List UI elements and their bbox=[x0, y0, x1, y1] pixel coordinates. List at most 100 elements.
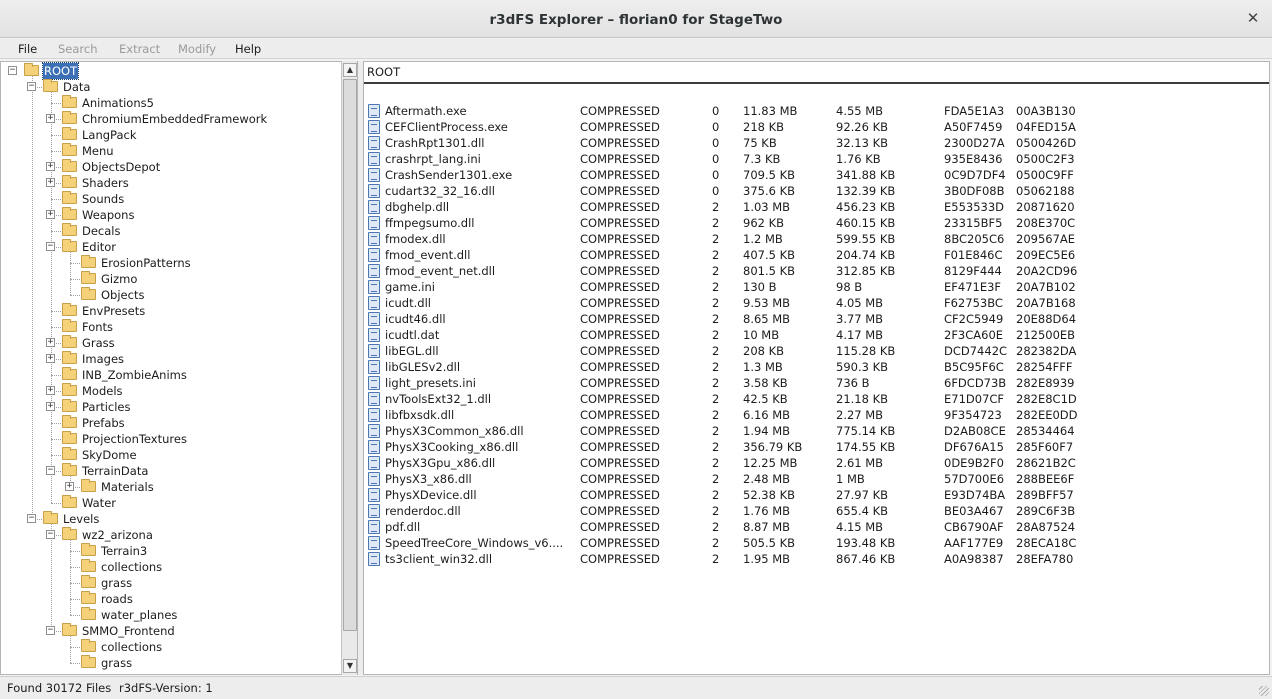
file-row[interactable]: libfbxsdk.dll COMPRESSED 2 6.16 MB 2.27 MB 9F… bbox=[364, 407, 1269, 423]
file-row[interactable]: ffmpegsumo.dll COMPRESSED 2 962 KB 460.15 KB… bbox=[364, 215, 1269, 231]
collapse-icon[interactable]: − bbox=[46, 530, 55, 539]
tree-node[interactable]: Decals bbox=[1, 223, 341, 239]
tree-node[interactable]: − Editor bbox=[1, 239, 341, 255]
menu-extract[interactable]: Extract bbox=[119, 42, 160, 56]
tree-node[interactable]: water_planes bbox=[1, 607, 341, 623]
tree-node[interactable]: SkyDome bbox=[1, 447, 341, 463]
file-row[interactable]: game.ini COMPRESSED 2 130 B 98 B EF471E3F 20A7… bbox=[364, 279, 1269, 295]
tree-node[interactable]: + ObjectsDepot bbox=[1, 159, 341, 175]
scroll-thumb[interactable] bbox=[343, 79, 357, 631]
file-row[interactable]: libGLESv2.dll COMPRESSED 2 1.3 MB 590.3 KB B5… bbox=[364, 359, 1269, 375]
file-row[interactable]: fmod_event.dll COMPRESSED 2 407.5 KB 204.74 … bbox=[364, 247, 1269, 263]
file-row[interactable]: cudart32_32_16.dll COMPRESSED 0 375.6 KB 132… bbox=[364, 183, 1269, 199]
tree-node[interactable]: collections bbox=[1, 639, 341, 655]
tree-node[interactable]: INB_ZombieAnims bbox=[1, 367, 341, 383]
file-row[interactable]: PhysX3Common_x86.dll COMPRESSED 2 1.94 MB 77… bbox=[364, 423, 1269, 439]
tree-node[interactable]: − Data bbox=[1, 79, 341, 95]
tree-node[interactable]: − TerrainData bbox=[1, 463, 341, 479]
file-row[interactable]: fmodex.dll COMPRESSED 2 1.2 MB 599.55 KB 8BC2… bbox=[364, 231, 1269, 247]
collapse-icon[interactable]: − bbox=[46, 242, 55, 251]
file-row[interactable]: dbghelp.dll COMPRESSED 2 1.03 MB 456.23 KB E5… bbox=[364, 199, 1269, 215]
tree-node[interactable]: ErosionPatterns bbox=[1, 255, 341, 271]
tree-node[interactable]: Terrain3 bbox=[1, 543, 341, 559]
file-row[interactable]: icudt.dll COMPRESSED 2 9.53 MB 4.05 MB F62753… bbox=[364, 295, 1269, 311]
expand-icon[interactable]: + bbox=[46, 338, 55, 347]
tree-node[interactable]: + ChromiumEmbeddedFramework bbox=[1, 111, 341, 127]
collapse-icon[interactable]: − bbox=[27, 514, 36, 523]
expand-icon[interactable]: + bbox=[46, 210, 55, 219]
tree-node[interactable]: Animations5 bbox=[1, 95, 341, 111]
close-icon[interactable]: ✕ bbox=[1244, 9, 1262, 27]
file-row[interactable]: fmod_event_net.dll COMPRESSED 2 801.5 KB 312… bbox=[364, 263, 1269, 279]
tree-node[interactable]: collections bbox=[1, 559, 341, 575]
tree-node[interactable]: − ROOT bbox=[1, 62, 341, 80]
tree-node[interactable]: + Models bbox=[1, 383, 341, 399]
file-row[interactable]: CrashSender1301.exe COMPRESSED 0 709.5 KB 34… bbox=[364, 167, 1269, 183]
tree-node[interactable]: Gizmo bbox=[1, 271, 341, 287]
file-checksum: 0C9D7DF4 bbox=[944, 168, 1006, 182]
scroll-up-icon[interactable]: ▲ bbox=[343, 63, 357, 77]
file-row[interactable]: CEFClientProcess.exe COMPRESSED 0 218 KB 92.… bbox=[364, 119, 1269, 135]
file-row[interactable]: PhysX3Gpu_x86.dll COMPRESSED 2 12.25 MB 2.61… bbox=[364, 455, 1269, 471]
tree-node[interactable]: grass bbox=[1, 575, 341, 591]
collapse-icon[interactable]: − bbox=[27, 82, 36, 91]
tree-node[interactable]: Fonts bbox=[1, 319, 341, 335]
tree-node[interactable]: + Images bbox=[1, 351, 341, 367]
tree-node[interactable]: − SMMO_Frontend bbox=[1, 623, 341, 639]
expand-icon[interactable]: + bbox=[46, 354, 55, 363]
collapse-icon[interactable]: − bbox=[8, 66, 17, 75]
expand-icon[interactable]: + bbox=[46, 114, 55, 123]
expand-icon[interactable]: + bbox=[46, 386, 55, 395]
file-row[interactable]: icudtl.dat COMPRESSED 2 10 MB 4.17 MB 2F3CA60… bbox=[364, 327, 1269, 343]
tree-node[interactable]: ProjectionTextures bbox=[1, 431, 341, 447]
file-offset: 20A7B168 bbox=[1016, 296, 1076, 310]
tree-node[interactable]: + Particles bbox=[1, 399, 341, 415]
file-row[interactable]: PhysXDevice.dll COMPRESSED 2 52.38 KB 27.97 … bbox=[364, 487, 1269, 503]
expand-icon[interactable]: + bbox=[65, 482, 74, 491]
scroll-down-icon[interactable]: ▼ bbox=[343, 659, 357, 673]
menu-help[interactable]: Help bbox=[235, 42, 261, 56]
file-row[interactable]: light_presets.ini COMPRESSED 2 3.58 KB 736 B… bbox=[364, 375, 1269, 391]
tree-node[interactable]: roads bbox=[1, 591, 341, 607]
tree-node[interactable]: LangPack bbox=[1, 127, 341, 143]
collapse-icon[interactable]: − bbox=[46, 626, 55, 635]
file-row[interactable]: pdf.dll COMPRESSED 2 8.87 MB 4.15 MB CB6790AF… bbox=[364, 519, 1269, 535]
tree-node[interactable]: EnvPresets bbox=[1, 303, 341, 319]
file-row[interactable]: renderdoc.dll COMPRESSED 2 1.76 MB 655.4 KB B… bbox=[364, 503, 1269, 519]
file-list[interactable]: ROOT Aftermath.exe COMPRESSED 0 11.83 MB 4.5… bbox=[363, 61, 1270, 675]
tree-node[interactable]: grass bbox=[1, 655, 341, 671]
tree-node[interactable]: + Materials bbox=[1, 479, 341, 495]
file-row[interactable]: ts3client_win32.dll COMPRESSED 2 1.95 MB 867… bbox=[364, 551, 1269, 567]
tree-node[interactable]: + Grass bbox=[1, 335, 341, 351]
tree-node[interactable]: Menu bbox=[1, 143, 341, 159]
tree-node[interactable]: + Shaders bbox=[1, 175, 341, 191]
file-row[interactable]: icudt46.dll COMPRESSED 2 8.65 MB 3.77 MB CF2C… bbox=[364, 311, 1269, 327]
file-icon bbox=[368, 152, 380, 166]
file-row[interactable]: Aftermath.exe COMPRESSED 0 11.83 MB 4.55 MB F… bbox=[364, 103, 1269, 119]
file-row[interactable]: crashrpt_lang.ini COMPRESSED 0 7.3 KB 1.76 K… bbox=[364, 151, 1269, 167]
expand-icon[interactable]: + bbox=[46, 162, 55, 171]
tree-node[interactable]: Sounds bbox=[1, 191, 341, 207]
menu-file[interactable]: File bbox=[18, 42, 37, 56]
expand-icon[interactable]: + bbox=[46, 402, 55, 411]
file-row[interactable]: PhysX3_x86.dll COMPRESSED 2 2.48 MB 1 MB 57D7… bbox=[364, 471, 1269, 487]
tree-node[interactable]: Prefabs bbox=[1, 415, 341, 431]
tree-node[interactable]: Objects bbox=[1, 287, 341, 303]
file-row[interactable]: PhysX3Cooking_x86.dll COMPRESSED 2 356.79 K… bbox=[364, 439, 1269, 455]
tree-node[interactable]: + Weapons bbox=[1, 207, 341, 223]
expand-icon[interactable]: + bbox=[46, 178, 55, 187]
tree-node[interactable]: − Levels bbox=[1, 511, 341, 527]
file-row[interactable]: SpeedTreeCore_Windows_v6.... COMPRESSED 2 5… bbox=[364, 535, 1269, 551]
tree-node[interactable]: Water bbox=[1, 495, 341, 511]
folder-tree[interactable]: − ROOT − Data Animations5 + ChromiumEmbeddedFr… bbox=[0, 61, 358, 675]
menu-modify[interactable]: Modify bbox=[178, 42, 216, 56]
file-row[interactable]: nvToolsExt32_1.dll COMPRESSED 2 42.5 KB 21.1… bbox=[364, 391, 1269, 407]
file-checksum: DCD7442C bbox=[944, 344, 1008, 358]
file-row[interactable]: CrashRpt1301.dll COMPRESSED 0 75 KB 32.13 KB… bbox=[364, 135, 1269, 151]
tree-scrollbar[interactable]: ▲ ▼ bbox=[341, 61, 357, 675]
menu-search[interactable]: Search bbox=[58, 42, 98, 56]
collapse-icon[interactable]: − bbox=[46, 466, 55, 475]
resize-grip-icon[interactable] bbox=[1259, 686, 1269, 696]
file-row[interactable]: libEGL.dll COMPRESSED 2 208 KB 115.28 KB DCD7… bbox=[364, 343, 1269, 359]
tree-node[interactable]: − wz2_arizona bbox=[1, 527, 341, 543]
